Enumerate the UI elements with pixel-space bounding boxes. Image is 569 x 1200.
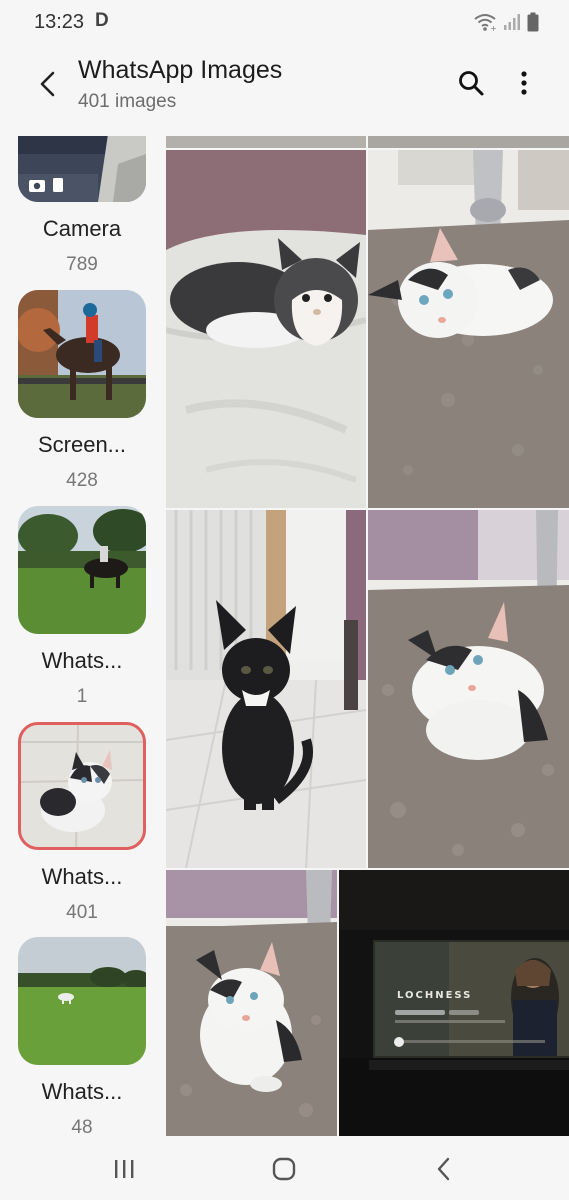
system-back-button[interactable] xyxy=(424,1152,464,1186)
system-navigation-bar xyxy=(0,1136,569,1200)
home-icon xyxy=(272,1157,296,1181)
album-count: 428 xyxy=(66,470,98,491)
album-name: Whats... xyxy=(41,1079,123,1104)
recent-apps-icon xyxy=(115,1160,134,1178)
album-name: Whats... xyxy=(41,864,123,889)
album-whatsapp-1[interactable]: Whats... 1 xyxy=(18,506,146,707)
photo-thumbnail-kitten-on-carpet[interactable] xyxy=(368,510,569,868)
album-camera[interactable]: Camera 789 xyxy=(18,136,146,275)
album-count: 401 xyxy=(66,902,98,923)
album-thumbnail[interactable] xyxy=(18,506,146,634)
image-count-subtitle: 401 images xyxy=(78,91,177,112)
search-icon xyxy=(459,71,484,96)
album-thumbnail[interactable] xyxy=(18,136,146,202)
status-icons: + xyxy=(473,12,539,37)
photo-thumbnail-kitten-sitting-on-carpet[interactable] xyxy=(166,870,337,1136)
album-name: Screen... xyxy=(37,432,127,457)
battery-icon xyxy=(527,12,539,37)
photo-thumbnail-kitten-on-blanket[interactable] xyxy=(166,150,366,508)
back-button[interactable] xyxy=(28,64,68,104)
album-name: Whats... xyxy=(41,648,123,673)
status-bar: 13:23 D + xyxy=(0,0,569,44)
album-thumbnail[interactable] xyxy=(18,722,146,850)
tv-screen-title: LOCHNESS xyxy=(397,990,473,1001)
back-arrow-icon xyxy=(40,71,55,97)
album-thumbnail[interactable] xyxy=(18,290,146,418)
photo-grid[interactable]: LOCHNESS xyxy=(166,136,569,1136)
page-title: WhatsApp Images xyxy=(78,56,283,84)
camera-storage-icon xyxy=(29,178,63,192)
svg-text:+: + xyxy=(490,24,497,32)
album-name: Camera xyxy=(42,216,122,241)
photo-thumbnail-partial[interactable] xyxy=(368,136,569,148)
photo-thumbnail-kitten-lying-on-carpet[interactable] xyxy=(368,150,569,508)
status-time: 13:23 xyxy=(34,11,85,33)
more-options-icon xyxy=(521,71,527,95)
album-sidebar[interactable]: Camera 789 Screen... 428 Whats... 1 What… xyxy=(0,136,165,1136)
wifi-icon: + xyxy=(473,12,497,37)
back-icon xyxy=(437,1157,450,1181)
home-button[interactable] xyxy=(264,1152,304,1186)
album-thumbnail[interactable] xyxy=(18,937,146,1065)
album-count: 48 xyxy=(71,1117,93,1136)
recent-apps-button[interactable] xyxy=(104,1152,144,1186)
app-bar: WhatsApp Images 401 images xyxy=(0,44,569,136)
signal-icon xyxy=(503,13,521,36)
search-button[interactable] xyxy=(452,64,490,102)
album-whatsapp-images-selected[interactable]: Whats... 401 xyxy=(18,722,146,923)
photo-thumbnail-tv-screen[interactable]: LOCHNESS xyxy=(339,870,569,1136)
photo-thumbnail-partial[interactable] xyxy=(166,136,366,148)
more-options-button[interactable] xyxy=(506,64,542,102)
album-count: 789 xyxy=(66,254,98,275)
album-count: 1 xyxy=(76,686,88,707)
photo-thumbnail-black-kitten-on-tiles[interactable] xyxy=(166,510,366,868)
notification-d-icon: D xyxy=(95,10,109,31)
album-whatsapp-48[interactable]: Whats... 48 xyxy=(18,937,146,1136)
album-screenshots[interactable]: Screen... 428 xyxy=(18,290,146,491)
